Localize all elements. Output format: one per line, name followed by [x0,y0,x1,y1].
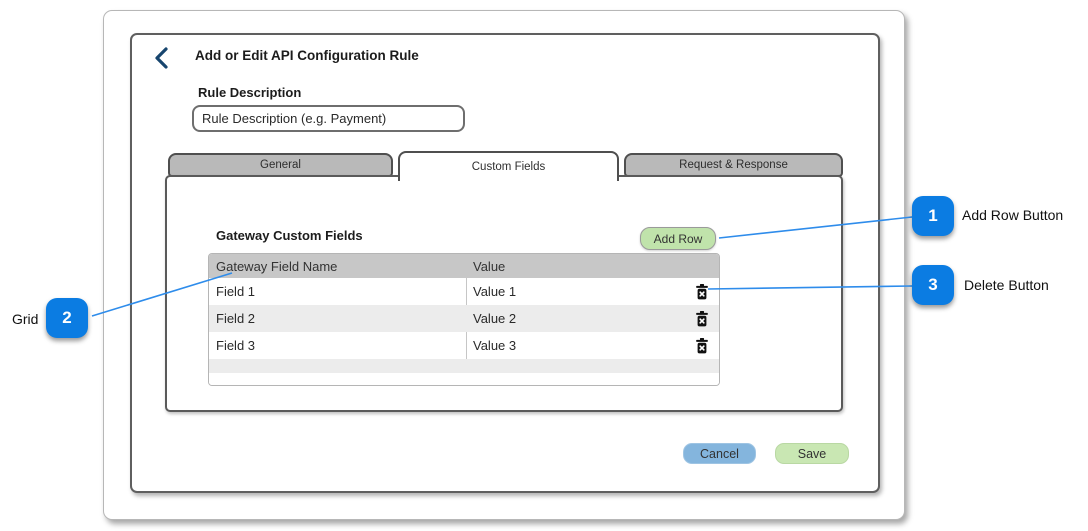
delete-row-button[interactable] [695,311,709,327]
screenshot-canvas: Add or Edit API Configuration Rule Rule … [0,0,1088,531]
cancel-button[interactable]: Cancel [683,443,756,464]
callout-label-grid: Grid [12,311,38,327]
callout-badge-3-number: 3 [928,275,937,295]
callout-badge-1: 1 [912,196,954,236]
grid-cell-field: Field 2 [209,311,466,326]
grid-empty-row [209,359,719,373]
column-header-value: Value [466,259,719,274]
callout-badge-2: 2 [46,298,88,338]
trash-icon [695,315,709,330]
add-row-button[interactable]: Add Row [640,227,716,250]
tab-general[interactable]: General [168,153,393,177]
callout-label-delete-button: Delete Button [964,277,1049,293]
grid-cell-value: Value 2 [466,311,719,326]
callout-badge-3: 3 [912,265,954,305]
trash-icon [695,288,709,303]
add-row-button-label: Add Row [654,232,703,246]
api-configuration-rule-dialog: Add or Edit API Configuration Rule Rule … [130,33,880,493]
gateway-custom-fields-grid[interactable]: Gateway Field Name Value Field 1 Value 1 [208,253,720,386]
cancel-button-label: Cancel [700,447,739,461]
grid-cell-field: Field 3 [209,338,466,353]
callout-label-add-row-button: Add Row Button [962,207,1063,223]
trash-icon [695,342,709,357]
tab-general-label: General [260,159,301,171]
delete-row-button[interactable] [695,338,709,354]
tab-request-response[interactable]: Request & Response [624,153,843,177]
grid-row: Field 3 Value 3 [209,332,719,359]
callout-badge-1-number: 1 [928,206,937,226]
grid-cell-value: Value 3 [466,338,719,353]
tab-request-response-label: Request & Response [679,159,788,171]
grid-cell-value: Value 1 [466,284,719,299]
save-button-label: Save [798,447,827,461]
callout-badge-2-number: 2 [62,308,71,328]
delete-row-button[interactable] [695,284,709,300]
grid-row: Field 2 Value 2 [209,305,719,332]
grid-row: Field 1 Value 1 [209,278,719,305]
custom-fields-tab-panel: Gateway Custom Fields Add Row Gateway Fi… [165,175,843,412]
back-button[interactable] [152,46,174,70]
tab-custom-fields-label: Custom Fields [472,161,546,173]
save-button[interactable]: Save [775,443,849,464]
chevron-left-icon [152,57,174,74]
gateway-custom-fields-heading: Gateway Custom Fields [216,228,363,243]
rule-description-label: Rule Description [198,85,301,100]
grid-cell-field: Field 1 [209,284,466,299]
grid-header-row: Gateway Field Name Value [209,254,719,278]
dialog-title: Add or Edit API Configuration Rule [195,48,419,63]
column-header-gateway-field-name: Gateway Field Name [209,259,466,274]
rule-description-input[interactable] [192,105,465,132]
tab-custom-fields[interactable]: Custom Fields [398,151,619,181]
grid-empty-row [209,373,719,386]
